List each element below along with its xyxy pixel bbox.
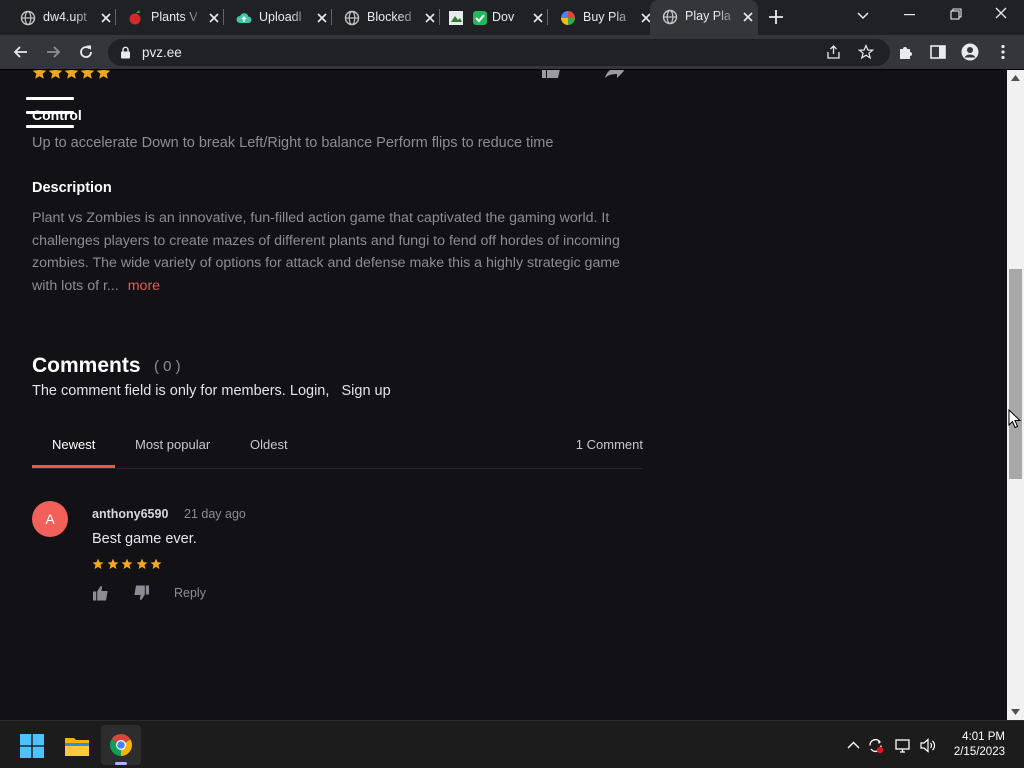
star-icon <box>32 70 47 79</box>
star-icon <box>107 558 118 569</box>
store-favicon <box>561 11 575 25</box>
pvz-favicon <box>129 10 141 25</box>
comment-total: 1 Comment <box>575 437 643 452</box>
file-explorer-icon[interactable] <box>64 735 90 757</box>
description-body: Plant vs Zombies is an innovative, fun-f… <box>32 210 621 294</box>
tab-5[interactable]: Dov <box>440 4 546 32</box>
game-rating-stars <box>32 70 111 80</box>
image-favicon <box>449 11 463 25</box>
tab-7-active[interactable]: Play Pla <box>650 0 758 35</box>
mouse-cursor-icon <box>1008 409 1021 429</box>
star-icon <box>92 558 104 569</box>
tab-newest[interactable]: Newest <box>52 437 95 452</box>
star-icon <box>80 70 95 79</box>
comment-rating-stars <box>92 558 162 570</box>
page-content: Control Up to accelerate Down to break L… <box>0 70 1007 720</box>
signup-link[interactable]: Sign up <box>341 383 390 399</box>
close-tab-icon[interactable] <box>424 12 436 24</box>
star-icon <box>136 558 147 569</box>
tab-search-chevron-down-icon[interactable] <box>856 9 870 23</box>
control-heading: Control <box>32 107 82 123</box>
chrome-icon <box>110 734 132 756</box>
clock-time: 4:01 PM <box>962 731 1005 743</box>
new-tab-icon[interactable] <box>768 9 784 25</box>
avatar[interactable]: A <box>32 501 68 537</box>
download-favicon <box>473 11 487 25</box>
member-note: The comment field is only for members. L… <box>32 383 391 399</box>
forward-arrow-icon[interactable] <box>44 43 62 61</box>
tab-3[interactable]: Uploadl <box>224 4 330 32</box>
side-panel-icon[interactable] <box>929 43 947 61</box>
tab-6[interactable]: Buy Pla <box>548 4 651 32</box>
active-tab-underline <box>32 465 115 468</box>
tab-oldest[interactable]: Oldest <box>250 437 288 452</box>
tab-title: Dov <box>492 10 515 24</box>
star-icon <box>121 558 133 569</box>
windows-taskbar: 4:01 PM 2/15/2023 <box>0 720 1024 768</box>
star-icon <box>96 70 111 79</box>
browser-toolbar: pvz.ee <box>0 35 1024 70</box>
clock-date: 2/15/2023 <box>953 746 1005 758</box>
star-icon <box>48 70 63 79</box>
system-clock[interactable]: 4:01 PM 2/15/2023 <box>954 730 1005 760</box>
controls-text: Up to accelerate Down to break Left/Righ… <box>32 135 554 151</box>
scroll-up-arrow-icon[interactable] <box>1011 75 1020 81</box>
minimize-button[interactable] <box>886 0 932 30</box>
url-text: pvz.ee <box>142 45 182 60</box>
scrollbar-thumb[interactable] <box>1009 269 1022 479</box>
close-tab-icon[interactable] <box>208 12 220 24</box>
tab-1[interactable]: dw4.upt <box>8 4 114 32</box>
description-heading: Description <box>32 180 112 196</box>
bookmark-star-icon[interactable] <box>858 44 874 60</box>
reply-link[interactable]: Reply <box>174 586 206 600</box>
sync-icon[interactable] <box>867 737 884 754</box>
chrome-taskbar-button[interactable] <box>101 725 141 765</box>
profile-avatar-icon[interactable] <box>961 43 979 61</box>
tab-4[interactable]: Blocked <box>332 4 438 32</box>
active-app-indicator <box>115 762 127 765</box>
page-scrollbar[interactable] <box>1007 70 1024 720</box>
windows-start-icon[interactable] <box>20 734 44 758</box>
comments-heading: Comments <box>32 354 141 377</box>
close-tab-icon[interactable] <box>532 12 544 24</box>
browser-tab-strip: dw4.upt Plants V Uploadl Blocked Dov Buy… <box>0 0 1024 35</box>
comment-text: Best game ever. <box>92 531 197 547</box>
like-icon[interactable] <box>92 585 109 601</box>
thumbs-up-icon[interactable] <box>541 70 563 78</box>
upload-cloud-icon <box>236 13 252 24</box>
close-window-button[interactable] <box>978 0 1024 30</box>
chevron-up-icon[interactable] <box>845 737 862 754</box>
reload-icon[interactable] <box>77 43 95 61</box>
globe-icon <box>662 9 678 25</box>
close-tab-icon[interactable] <box>100 12 112 24</box>
close-tab-icon[interactable] <box>742 11 754 23</box>
description-text: Plant vs Zombies is an innovative, fun-f… <box>32 207 642 297</box>
member-note-text: The comment field is only for members. <box>32 383 286 399</box>
share-arrow-icon[interactable] <box>603 70 625 78</box>
dislike-icon[interactable] <box>133 585 150 601</box>
network-icon[interactable] <box>895 737 912 754</box>
globe-icon <box>20 10 36 26</box>
login-link[interactable]: Login, <box>290 383 330 399</box>
scroll-down-arrow-icon[interactable] <box>1011 709 1020 715</box>
star-icon <box>150 558 162 569</box>
volume-icon[interactable] <box>919 737 936 754</box>
restore-button[interactable] <box>932 0 978 30</box>
star-icon <box>64 70 79 79</box>
tab-2[interactable]: Plants V <box>116 4 222 32</box>
address-bar[interactable]: pvz.ee <box>108 39 890 66</box>
more-vertical-icon[interactable] <box>994 43 1012 61</box>
close-tab-icon[interactable] <box>316 12 328 24</box>
comment-timestamp: 21 day ago <box>184 507 246 521</box>
share-icon[interactable] <box>826 45 841 60</box>
more-link[interactable]: more <box>128 278 160 294</box>
lock-icon[interactable] <box>120 46 131 59</box>
comments-count: ( 0 ) <box>154 358 181 375</box>
comment-author[interactable]: anthony6590 <box>92 507 168 521</box>
back-arrow-icon[interactable] <box>12 43 30 61</box>
globe-icon <box>344 10 360 26</box>
extensions-puzzle-icon[interactable] <box>897 43 915 61</box>
tab-most-popular[interactable]: Most popular <box>135 437 210 452</box>
comment-sort-tabs: Newest Most popular Oldest 1 Comment <box>32 428 643 469</box>
